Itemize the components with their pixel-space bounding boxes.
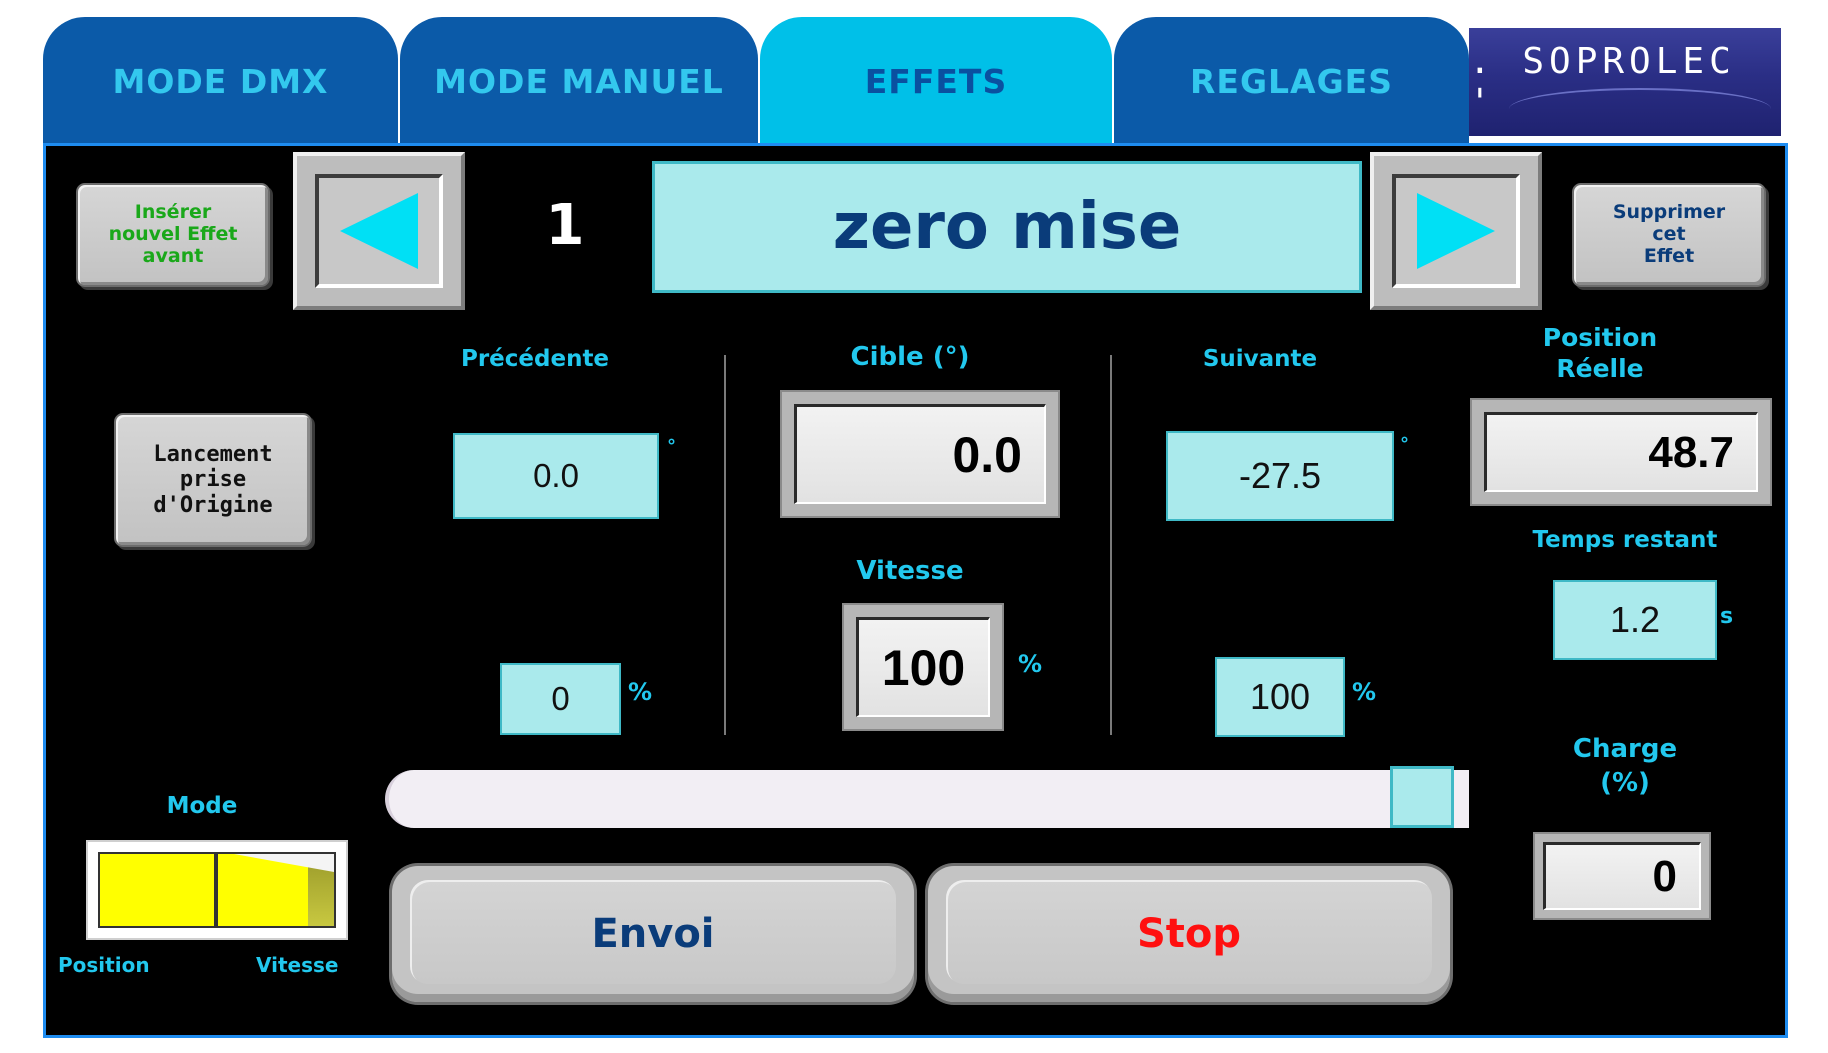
load-value: 0 [1543,842,1701,910]
insert-line-1: Insérer [134,201,212,224]
next-angle-unit: ° [1400,434,1409,455]
mode-toggle[interactable] [86,840,348,940]
arrow-right-icon [1417,193,1495,269]
load-label-2: (%) [1600,767,1650,798]
actual-position-value: 48.7 [1484,412,1758,492]
actual-position-label: Position Réelle [1500,322,1700,385]
actual-position-label-2: Réelle [1556,354,1644,384]
remaining-time-field: 1.2 [1553,580,1717,660]
divider [724,355,726,735]
mode-toggle-speed-side [216,852,336,928]
remaining-time-label: Temps restant [1532,527,1718,553]
next-effect-button[interactable] [1370,152,1542,310]
target-speed-unit: % [1018,650,1043,678]
tab-effets[interactable]: EFFETS [760,17,1112,145]
load-label: Charge (%) [1525,733,1725,801]
target-speed-display[interactable]: 100 [842,603,1004,731]
tab-mode-manuel[interactable]: MODE MANUEL [400,17,758,145]
tab-label: MODE MANUEL [434,61,724,101]
effect-name-field[interactable]: zero mise [652,161,1362,293]
next-speed-unit: % [1352,678,1377,706]
tab-label: EFFETS [864,61,1008,101]
next-speed-field[interactable]: 100 [1215,657,1345,737]
delete-line-2: cet [1652,223,1686,246]
previous-label: Précédente [460,346,610,372]
next-label: Suivante [1202,346,1318,372]
load-display: 0 [1533,832,1711,920]
send-label: Envoi [591,911,715,957]
tab-reglages[interactable]: REGLAGES [1114,17,1469,145]
effect-number: 1 [545,192,585,258]
target-label: Cible (°) [850,342,970,372]
homing-line-2: prise [179,467,247,493]
insert-effect-button[interactable]: Insérer nouvel Effet avant [76,183,270,287]
tab-label: REGLAGES [1189,61,1393,101]
speed-slider-track[interactable] [385,770,1469,828]
insert-line-3: avant [142,244,204,267]
previous-speed-unit: % [628,678,653,706]
speed-slider-thumb[interactable] [1390,766,1454,828]
target-angle-display[interactable]: 0.0 [780,390,1060,518]
remaining-time-unit: s [1720,604,1734,629]
previous-speed-field[interactable]: 0 [500,663,621,735]
tab-mode-dmx[interactable]: MODE DMX [43,17,398,145]
previous-effect-button[interactable] [293,152,465,310]
actual-position-display: 48.7 [1470,398,1772,506]
delete-line-3: Effet [1643,244,1695,267]
homing-button[interactable]: Lancement prise d'Origine [114,413,312,547]
mode-position-label: Position [58,953,150,977]
target-angle-value: 0.0 [794,404,1046,504]
actual-position-label-1: Position [1542,323,1658,352]
soprolec-logo: . SOPROLEC ' [1469,28,1781,136]
tab-label: MODE DMX [112,61,329,101]
stop-label: Stop [1136,911,1242,957]
homing-line-3: d'Origine [153,492,273,518]
mode-speed-label: Vitesse [256,953,339,977]
logo-text: . SOPROLEC ' [1469,41,1736,123]
arrow-left-icon [340,193,418,269]
homing-line-1: Lancement [153,442,273,468]
insert-line-2: nouvel Effet [108,223,238,246]
speed-label: Vitesse [856,556,964,586]
load-label-1: Charge [1572,734,1678,764]
send-button[interactable]: Envoi [392,866,914,1002]
delete-effect-button[interactable]: Supprimer cet Effet [1572,183,1766,287]
mode-label: Mode [166,793,238,819]
previous-angle-field[interactable]: 0.0 [453,433,659,519]
divider [1110,355,1112,735]
next-angle-field[interactable]: -27.5 [1166,431,1394,521]
delete-line-1: Supprimer [1612,201,1726,224]
stop-button[interactable]: Stop [928,866,1450,1002]
mode-toggle-position-side [98,852,216,928]
target-speed-value: 100 [856,617,990,717]
previous-angle-unit: ° [667,436,676,457]
